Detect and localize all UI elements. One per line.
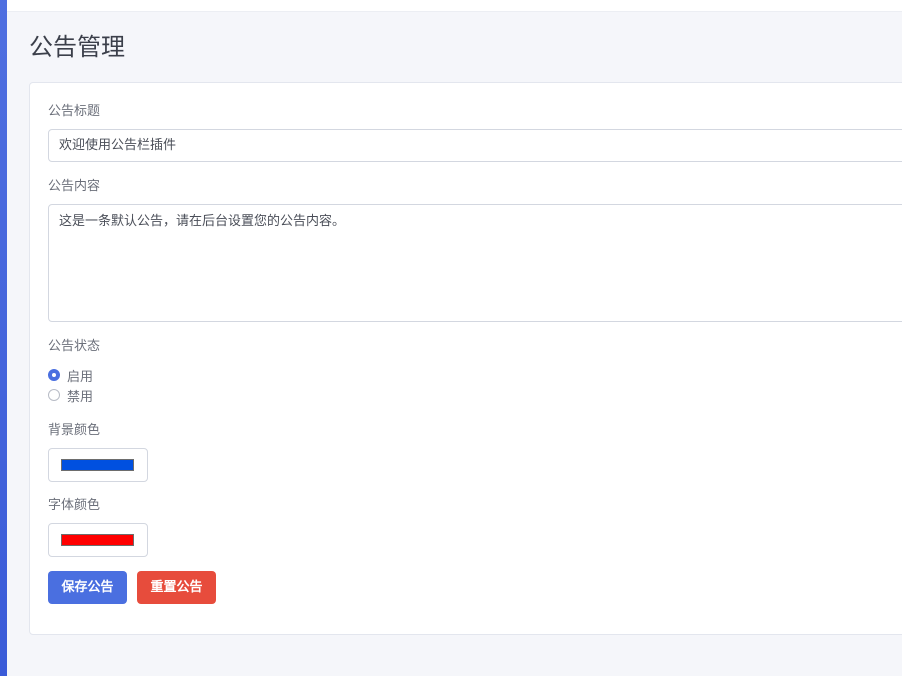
top-bar <box>7 0 902 12</box>
radio-enabled[interactable] <box>48 369 60 381</box>
title-input[interactable]: 欢迎使用公告栏插件 <box>48 129 902 162</box>
status-label: 公告状态 <box>48 339 101 354</box>
status-option-enabled[interactable]: 启用 <box>48 366 94 385</box>
bg-color-label: 背景颜色 <box>48 423 101 438</box>
status-option-disabled-label: 禁用 <box>67 389 94 405</box>
status-option-disabled[interactable]: 禁用 <box>48 386 94 405</box>
font-color-swatch <box>61 534 134 546</box>
radio-disabled[interactable] <box>48 389 60 401</box>
content-label: 公告内容 <box>48 179 101 194</box>
content-textarea[interactable]: 这是一条默认公告，请在后台设置您的公告内容。 <box>48 204 902 322</box>
announcement-form-card: 公告标题 欢迎使用公告栏插件 公告内容 这是一条默认公告，请在后台设置您的公告内… <box>29 82 902 635</box>
page-title: 公告管理 <box>29 33 125 61</box>
reset-button[interactable]: 重置公告 <box>137 571 216 604</box>
bg-color-picker[interactable] <box>48 448 148 482</box>
title-label: 公告标题 <box>48 104 101 119</box>
status-option-enabled-label: 启用 <box>67 369 94 385</box>
font-color-picker[interactable] <box>48 523 148 557</box>
bg-color-swatch <box>61 459 134 471</box>
sidebar-edge <box>0 0 7 676</box>
save-button[interactable]: 保存公告 <box>48 571 127 604</box>
font-color-label: 字体颜色 <box>48 498 101 513</box>
